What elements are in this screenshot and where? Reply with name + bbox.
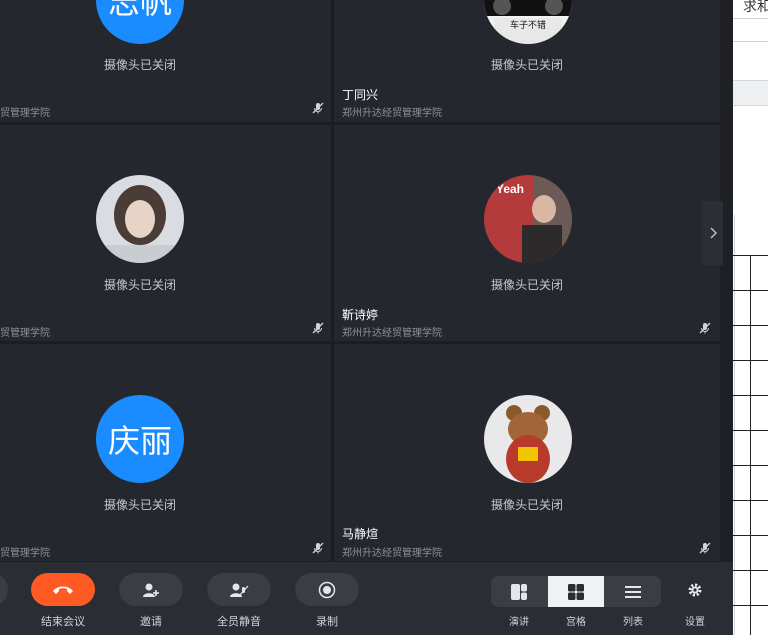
mic-muted-icon bbox=[312, 322, 324, 334]
record-button[interactable] bbox=[295, 573, 359, 606]
end-meeting-button[interactable] bbox=[31, 573, 95, 606]
spreadsheet-header-row bbox=[733, 80, 768, 106]
avatar: 志帆 bbox=[96, 0, 184, 44]
hang-up-icon bbox=[53, 586, 73, 594]
end-meeting-label: 结束会议 bbox=[41, 616, 85, 628]
avatar: 庆丽 bbox=[96, 395, 184, 483]
divider bbox=[750, 255, 751, 635]
view-mode-group bbox=[491, 576, 661, 607]
participant-org: 经贸管理学院 bbox=[0, 548, 50, 559]
next-page-button[interactable] bbox=[702, 201, 723, 265]
list-layout-icon bbox=[625, 585, 641, 598]
divider bbox=[733, 360, 768, 361]
mute-all-label: 全员静音 bbox=[217, 616, 261, 628]
participant-org: 郑州升达经贸管理学院 bbox=[342, 328, 442, 339]
divider bbox=[733, 18, 768, 19]
record-icon bbox=[318, 581, 336, 598]
speaker-view-label: 演讲 bbox=[509, 617, 529, 628]
avatar-caption: 车子不错 bbox=[510, 19, 546, 31]
add-user-icon bbox=[143, 583, 159, 597]
camera-off-status: 摄像头已关闭 bbox=[103, 498, 176, 512]
divider bbox=[733, 290, 768, 291]
spreadsheet-text: 求和 bbox=[743, 0, 768, 14]
mic-muted-icon bbox=[312, 102, 324, 114]
divider bbox=[733, 325, 768, 326]
divider bbox=[733, 570, 768, 571]
spreadsheet-behind: 求和 bbox=[733, 0, 768, 635]
participant-tile-jin[interactable]: Yeah 摄像头已关闭 靳诗婷 郑州升达经贸管理学院 bbox=[334, 125, 720, 341]
grid-view-label: 宫格 bbox=[566, 617, 586, 628]
mic-muted-icon bbox=[312, 542, 324, 554]
chevron-right-icon bbox=[709, 227, 717, 239]
video-grid: 志帆 摄像头已关闭 经贸管理学院 车子不错 摄像头已关闭 丁同兴 郑州升达经贸管… bbox=[0, 0, 720, 562]
meeting-toolbar: 结束会议 邀请 全员静音 录制 演讲 宫格 列表 设置 bbox=[0, 562, 733, 635]
photo-avatar-icon bbox=[484, 395, 572, 483]
camera-off-status: 摄像头已关闭 bbox=[490, 498, 563, 512]
camera-off-status: 摄像头已关闭 bbox=[103, 58, 176, 72]
divider bbox=[733, 395, 768, 396]
grid-view-button[interactable] bbox=[548, 576, 604, 607]
mic-muted-icon bbox=[699, 542, 711, 554]
record-label: 录制 bbox=[316, 616, 338, 628]
divider bbox=[733, 605, 768, 606]
partial-left-button[interactable] bbox=[0, 573, 8, 606]
list-view-label: 列表 bbox=[623, 617, 643, 628]
camera-off-status: 摄像头已关闭 bbox=[490, 278, 563, 292]
participant-tile-ma[interactable]: 摄像头已关闭 马静煊 郑州升达经贸管理学院 bbox=[334, 344, 720, 561]
list-view-button[interactable] bbox=[605, 576, 661, 607]
divider bbox=[733, 255, 768, 256]
camera-off-status: 摄像头已关闭 bbox=[103, 278, 176, 292]
participant-tile-row2-left[interactable]: 摄像头已关闭 经贸管理学院 bbox=[0, 125, 331, 341]
participant-tile-zhifan[interactable]: 志帆 摄像头已关闭 经贸管理学院 bbox=[0, 0, 331, 122]
participant-name: 马静煊 bbox=[342, 527, 379, 541]
mute-all-button[interactable] bbox=[207, 573, 271, 606]
mute-all-icon bbox=[230, 583, 249, 597]
photo-avatar-icon: 车子不错 bbox=[484, 0, 572, 44]
participant-org: 郑州升达经贸管理学院 bbox=[342, 548, 442, 559]
participant-org: 经贸管理学院 bbox=[0, 328, 50, 339]
invite-button[interactable] bbox=[119, 573, 183, 606]
participant-name: 丁同兴 bbox=[342, 88, 379, 102]
photo-avatar-icon bbox=[96, 175, 184, 263]
divider bbox=[733, 535, 768, 536]
divider bbox=[734, 215, 735, 635]
participant-org: 经贸管理学院 bbox=[0, 108, 50, 119]
settings-label: 设置 bbox=[685, 617, 705, 628]
participant-tile-qingli[interactable]: 庆丽 摄像头已关闭 经贸管理学院 bbox=[0, 344, 331, 561]
gear-icon bbox=[688, 583, 702, 596]
participant-tile-ding[interactable]: 车子不错 摄像头已关闭 丁同兴 郑州升达经贸管理学院 bbox=[334, 0, 720, 122]
speaker-view-button[interactable] bbox=[491, 576, 547, 607]
divider bbox=[733, 430, 768, 431]
divider bbox=[733, 500, 768, 501]
camera-off-status: 摄像头已关闭 bbox=[490, 58, 563, 72]
participant-name: 靳诗婷 bbox=[342, 308, 379, 322]
grid-layout-icon bbox=[568, 583, 584, 600]
divider bbox=[733, 465, 768, 466]
speaker-layout-icon bbox=[511, 583, 527, 600]
mic-muted-icon bbox=[699, 322, 711, 334]
participant-org: 郑州升达经贸管理学院 bbox=[342, 108, 442, 119]
avatar-caption: Yeah bbox=[496, 182, 524, 196]
divider bbox=[733, 41, 768, 42]
settings-button[interactable] bbox=[680, 573, 710, 606]
invite-label: 邀请 bbox=[140, 616, 162, 628]
photo-avatar-icon: Yeah bbox=[484, 175, 572, 263]
